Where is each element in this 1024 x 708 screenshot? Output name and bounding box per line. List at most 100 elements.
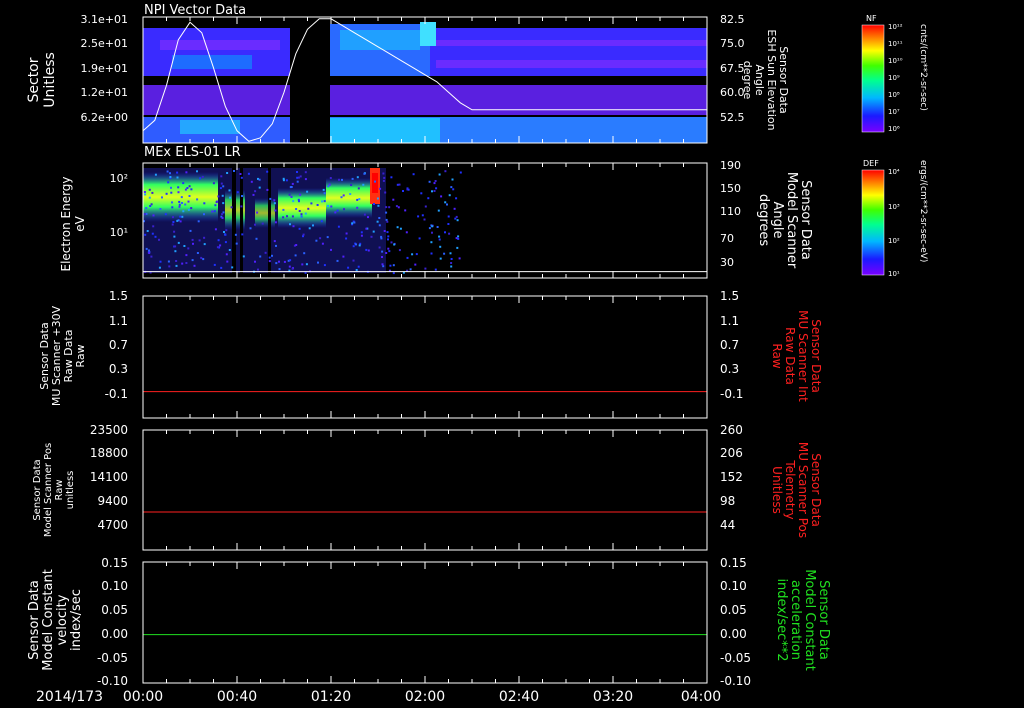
els-pixel xyxy=(290,195,293,198)
els-pixel xyxy=(273,202,276,205)
els-pixel xyxy=(178,205,181,208)
panel1-right-ticks: 82.5 75.0 67.5 60.0 52.5 xyxy=(720,13,745,124)
ylabel-line: Sensor Data xyxy=(27,580,42,660)
els-pixel xyxy=(203,202,206,205)
colorbar-nf-title: NF xyxy=(866,14,877,23)
els-pixel xyxy=(427,197,430,200)
panel1-yticks: 3.1e+01 2.5e+01 1.9e+01 1.2e+01 6.2e+00 xyxy=(81,13,128,124)
els-pixel xyxy=(428,227,431,230)
els-pixel xyxy=(456,246,459,249)
ylabel-line: Sector xyxy=(26,57,42,102)
els-pixel xyxy=(434,268,437,271)
els-pixel xyxy=(171,206,174,209)
els-pixel xyxy=(376,220,379,223)
els-pixel xyxy=(164,213,167,216)
els-pixel xyxy=(221,213,224,216)
colorbar-def-title: DEF xyxy=(863,159,879,168)
els-pixel xyxy=(356,176,359,179)
right-label-line: Telemetry xyxy=(783,459,797,519)
els-pixel xyxy=(350,184,353,186)
els-pixel xyxy=(199,177,202,180)
els-pixel xyxy=(198,239,201,242)
els-pixel xyxy=(188,185,191,188)
els-pixel xyxy=(365,248,368,251)
figure: NPI Vector Data 3.1e+01 2.5e+01 1.9e+01 … xyxy=(26,3,928,705)
els-pixel xyxy=(319,237,322,240)
els-pixel xyxy=(398,183,401,186)
els-pixel xyxy=(383,230,386,232)
els-pixel xyxy=(355,269,358,271)
right-tick-label: -0.05 xyxy=(720,651,751,665)
els-pixel xyxy=(226,260,229,263)
els-pixel xyxy=(283,260,286,263)
colorbar-nf: NF 10¹² 10¹¹ 10¹⁰ 10⁹ 10⁸ 10⁷ 10⁶ cnts/(… xyxy=(861,14,928,133)
els-pixel xyxy=(384,191,387,194)
colorbar-tick-label: 10⁴ xyxy=(888,168,900,176)
els-pixel xyxy=(323,192,326,195)
els-pixel xyxy=(273,240,276,243)
els-pixel xyxy=(290,186,293,188)
els-pixel xyxy=(453,207,456,210)
els-pixel xyxy=(296,176,299,179)
els-pixel xyxy=(421,214,424,217)
els-pixel xyxy=(456,219,459,222)
els-pixel xyxy=(196,170,198,173)
els-pixel xyxy=(216,246,219,249)
panel5-yticks: 0.15 0.10 0.05 0.00 -0.05 -0.10 xyxy=(97,556,128,688)
y-tick-label: -0.10 xyxy=(97,674,128,688)
els-pixel xyxy=(439,257,442,260)
els-pixel xyxy=(203,213,205,216)
els-pixel xyxy=(300,215,303,218)
right-label-line: acceleration xyxy=(788,580,803,660)
els-pixel xyxy=(228,189,231,192)
ylabel-line: Model Scanner Pos xyxy=(43,443,54,537)
els-pixel xyxy=(444,231,446,234)
els-pixel xyxy=(176,176,179,179)
els-pixel xyxy=(241,195,243,197)
els-pixel xyxy=(169,172,171,175)
els-pixel xyxy=(448,194,451,197)
right-label-line: MU Scanner Int xyxy=(796,310,810,402)
y-tick-label: 10² xyxy=(110,172,128,185)
els-pixel xyxy=(392,198,395,201)
els-pixel xyxy=(187,208,190,211)
els-pixel xyxy=(363,213,366,216)
els-pixel xyxy=(255,237,258,240)
els-pixel xyxy=(212,182,215,185)
colorbar-tick-label: 10⁷ xyxy=(888,108,900,116)
els-pixel xyxy=(360,231,363,234)
colorbar-tick-label: 10¹¹ xyxy=(888,40,903,48)
els-pixel xyxy=(154,235,157,238)
els-pixel xyxy=(149,205,152,207)
colorbar-tick-label: 10¹² xyxy=(888,23,903,31)
els-pixel xyxy=(382,179,385,182)
panel5-right-label: Sensor Data Model Constant acceleration … xyxy=(774,569,831,671)
els-pixel xyxy=(438,238,441,241)
els-pixel xyxy=(197,220,200,223)
els-pixel xyxy=(420,192,423,195)
els-pixel xyxy=(357,187,360,190)
els-pixel xyxy=(418,237,421,240)
colorbar-tick-label: 10¹⁰ xyxy=(888,57,903,65)
els-pixel xyxy=(191,259,194,262)
els-pixel xyxy=(336,209,339,212)
els-pixel xyxy=(183,245,186,247)
els-pixel xyxy=(193,264,196,267)
els-pixel xyxy=(306,190,309,193)
els-pixel xyxy=(406,256,409,259)
els-pixel xyxy=(190,207,193,210)
els-pixel xyxy=(249,227,252,230)
els-pixel xyxy=(170,191,173,194)
els-pixel xyxy=(411,253,414,256)
els-pixel xyxy=(378,246,381,249)
els-pixel xyxy=(191,238,194,241)
y-tick-label: 1.1 xyxy=(109,314,128,328)
els-pixel xyxy=(152,214,155,217)
els-pixel xyxy=(189,229,192,232)
els-pixel xyxy=(298,227,301,230)
right-tick-label: 0.7 xyxy=(720,338,739,352)
els-pixel xyxy=(143,191,146,193)
y-tick-label: 1.5 xyxy=(109,289,128,303)
els-pixel xyxy=(439,245,442,248)
els-pixel xyxy=(385,206,388,209)
